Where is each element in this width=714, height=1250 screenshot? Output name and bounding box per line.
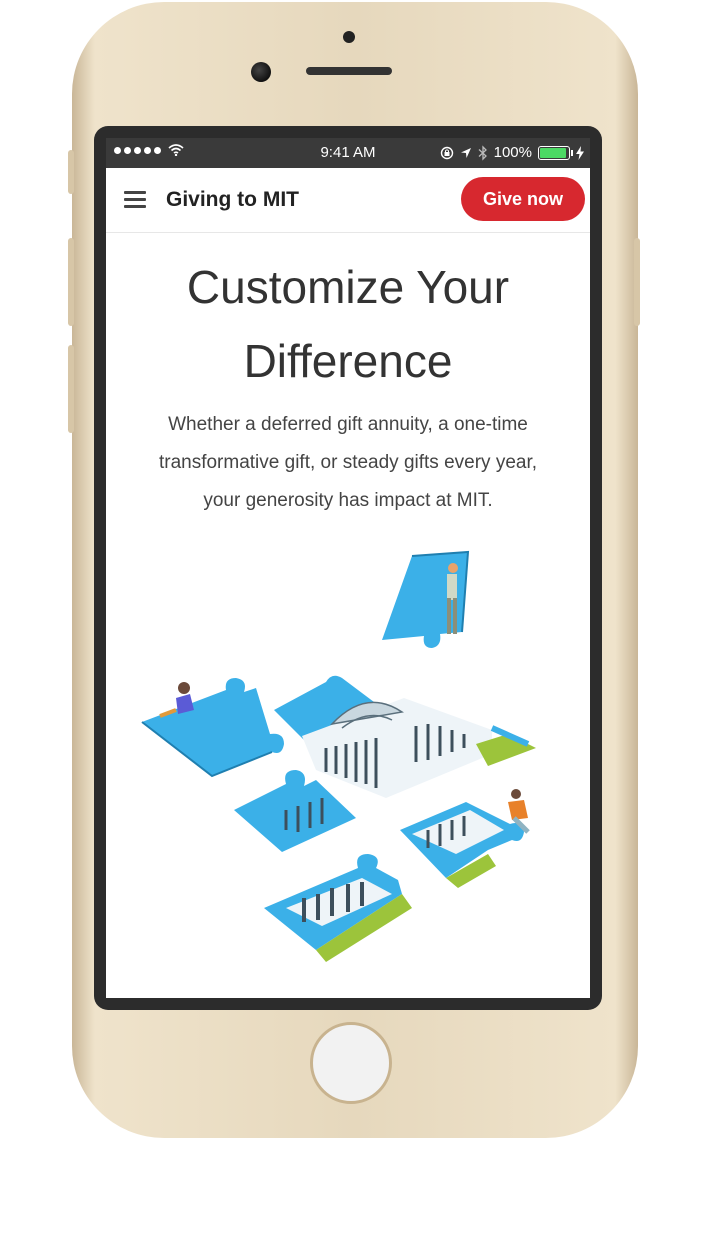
hamburger-menu-icon[interactable] [124, 191, 146, 209]
front-camera-icon [251, 62, 271, 82]
status-bar: 9:41 AM 100% [106, 138, 590, 168]
give-now-button[interactable]: Give now [461, 177, 585, 221]
description-line-1: Whether a deferred gift annuity, a one-t… [168, 414, 528, 435]
power-button [634, 238, 640, 326]
mute-switch [68, 150, 74, 194]
headline-line-2: Difference [243, 335, 453, 387]
right-lower-puzzle-piece [400, 802, 524, 888]
navbar: Giving to MIT Give now [106, 168, 590, 233]
left-middle-puzzle-piece [234, 770, 356, 852]
earpiece-speaker [306, 67, 392, 75]
volume-up-button [68, 238, 74, 326]
charging-bolt-icon [576, 145, 584, 160]
puzzle-pieces-illustration [141, 550, 536, 962]
volume-down-button [68, 345, 74, 433]
hero-headline: Customize Your Difference [116, 250, 580, 398]
headline-line-1: Customize Your [186, 261, 510, 313]
site-title[interactable]: Giving to MIT [166, 188, 299, 212]
location-icon [460, 147, 471, 158]
description-line-2: transformative gift, or steady gifts eve… [158, 452, 538, 473]
description-line-3: your generosity has impact at MIT. [203, 490, 493, 511]
left-puzzle-piece [141, 678, 284, 778]
rotation-lock-icon [440, 146, 453, 159]
bluetooth-icon [478, 144, 487, 161]
hero-description: Whether a deferred gift annuity, a one-t… [120, 406, 576, 520]
screen: 9:41 AM 100% Giving to MIT Give now Cust… [106, 138, 590, 998]
battery-percent: 100% [493, 144, 532, 161]
bottom-puzzle-piece [264, 854, 412, 962]
proximity-sensor [343, 31, 355, 43]
battery-icon [538, 145, 573, 160]
home-button-icon[interactable] [310, 1022, 392, 1104]
